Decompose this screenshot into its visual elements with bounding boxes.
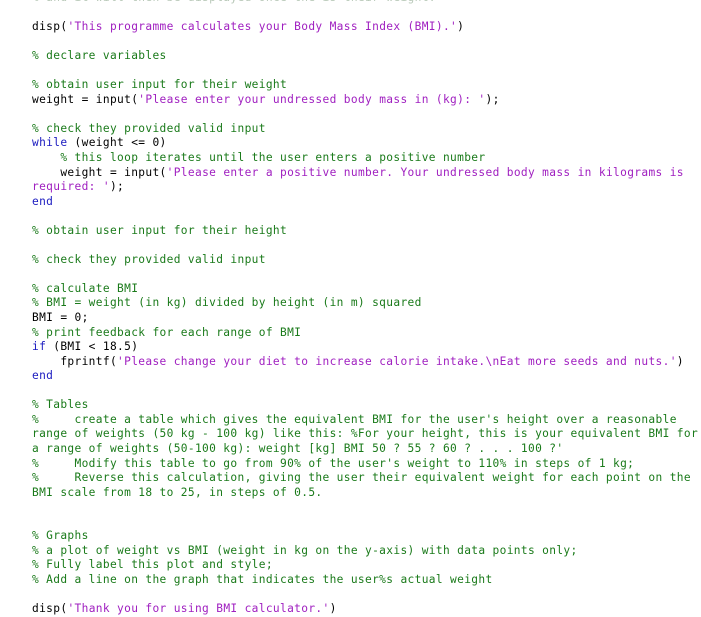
code-token-plain: (BMI < 18.5): [46, 340, 139, 354]
code-line[interactable]: [32, 209, 701, 224]
code-token-plain: weight = input(: [32, 92, 139, 106]
code-line[interactable]: % check they provided valid input: [32, 253, 701, 268]
code-token-comment: % Tables: [32, 398, 89, 412]
code-token-comment: % BMI = weight (in kg) divided by height…: [32, 296, 422, 310]
code-line[interactable]: [32, 515, 701, 530]
code-line[interactable]: disp('This programme calculates your Bod…: [32, 20, 701, 35]
code-line[interactable]: % print feedback for each range of BMI: [32, 326, 701, 341]
code-line[interactable]: [32, 238, 701, 253]
code-line[interactable]: % Add a line on the graph that indicates…: [32, 573, 701, 588]
code-line[interactable]: weight = input('Please enter a positive …: [32, 166, 701, 195]
code-line[interactable]: [32, 500, 701, 515]
code-token-comment: % Add a line on the graph that indicates…: [32, 572, 493, 586]
code-line[interactable]: [32, 64, 701, 79]
code-token-comment: % check they provided valid input: [32, 121, 266, 135]
code-token-string: 'Please change your diet to increase cal…: [117, 354, 677, 368]
code-token-plain: weight = input(: [32, 165, 167, 179]
code-line[interactable]: % check they provided valid input: [32, 122, 701, 137]
code-token-fade: % and it will then be displayed once the…: [32, 0, 436, 4]
code-token-plain: );: [485, 92, 500, 106]
code-line[interactable]: while (weight <= 0): [32, 136, 701, 151]
code-token-kw: end: [32, 194, 54, 208]
code-line[interactable]: % Reverse this calculation, giving the u…: [32, 471, 701, 500]
code-token-plain: ): [457, 20, 465, 34]
code-line[interactable]: [32, 6, 701, 21]
code-line[interactable]: BMI = 0;: [32, 311, 701, 326]
code-line[interactable]: % obtain user input for their weight: [32, 78, 701, 93]
code-token-string: 'Please enter your undressed body mass i…: [138, 92, 486, 106]
code-token-string: 'Thank you for using BMI calculator.': [67, 601, 330, 615]
code-token-comment: % print feedback for each range of BMI: [32, 325, 302, 339]
code-token-comment: % check they provided valid input: [32, 252, 266, 266]
code-line[interactable]: % obtain user input for their height: [32, 224, 701, 239]
code-token-string: 'This programme calculates your Body Mas…: [67, 20, 458, 34]
code-line[interactable]: if (BMI < 18.5): [32, 340, 701, 355]
code-line[interactable]: [32, 587, 701, 602]
code-line[interactable]: % Modify this table to go from 90% of th…: [32, 457, 701, 472]
code-editor[interactable]: % and it will then be displayed once the…: [0, 0, 701, 617]
code-line[interactable]: [32, 35, 701, 50]
code-token-comment: % create a table which gives the equival…: [32, 412, 699, 455]
code-text-area[interactable]: % and it will then be displayed once the…: [0, 0, 701, 617]
code-line[interactable]: % BMI = weight (in kg) divided by height…: [32, 296, 701, 311]
code-token-plain: ): [329, 601, 337, 615]
code-token-plain: ): [676, 354, 684, 368]
code-line[interactable]: end: [32, 369, 701, 384]
code-token-plain: disp(: [32, 601, 68, 615]
code-line[interactable]: % calculate BMI: [32, 282, 701, 297]
code-token-comment: % declare variables: [32, 49, 167, 63]
code-token-plain: BMI = 0;: [32, 311, 89, 325]
code-token-comment: % this loop iterates until the user ente…: [32, 151, 486, 165]
code-line[interactable]: [32, 384, 701, 399]
code-token-comment: % obtain user input for their height: [32, 223, 288, 237]
code-line[interactable]: weight = input('Please enter your undres…: [32, 93, 701, 108]
code-line[interactable]: % Graphs: [32, 529, 701, 544]
code-token-comment: % calculate BMI: [32, 281, 139, 295]
code-line[interactable]: disp('Thank you for using BMI calculator…: [32, 602, 701, 617]
code-token-comment: % obtain user input for their weight: [32, 78, 288, 92]
code-token-comment: % Reverse this calculation, giving the u…: [32, 471, 699, 499]
code-token-comment: % Modify this table to go from 90% of th…: [32, 456, 635, 470]
code-token-kw: while: [32, 136, 68, 150]
code-token-comment: % Graphs: [32, 529, 89, 543]
code-line[interactable]: % declare variables: [32, 49, 701, 64]
code-token-plain: (weight <= 0): [67, 136, 167, 150]
code-token-plain: disp(: [32, 20, 68, 34]
code-token-kw: if: [32, 340, 47, 354]
code-line[interactable]: % create a table which gives the equival…: [32, 413, 701, 457]
code-token-comment: % a plot of weight vs BMI (weight in kg …: [32, 543, 578, 557]
code-line[interactable]: % this loop iterates until the user ente…: [32, 151, 701, 166]
code-line[interactable]: % a plot of weight vs BMI (weight in kg …: [32, 544, 701, 559]
code-token-plain: );: [109, 180, 125, 194]
code-line[interactable]: fprintf('Please change your diet to incr…: [32, 355, 701, 370]
code-token-plain: fprintf(: [32, 354, 118, 368]
code-line[interactable]: % Fully label this plot and style;: [32, 558, 701, 573]
code-line[interactable]: end: [32, 195, 701, 210]
code-line[interactable]: [32, 267, 701, 282]
code-token-kw: end: [32, 369, 54, 383]
code-line[interactable]: % Tables: [32, 398, 701, 413]
code-token-comment: % Fully label this plot and style;: [32, 558, 273, 572]
code-line[interactable]: [32, 107, 701, 122]
